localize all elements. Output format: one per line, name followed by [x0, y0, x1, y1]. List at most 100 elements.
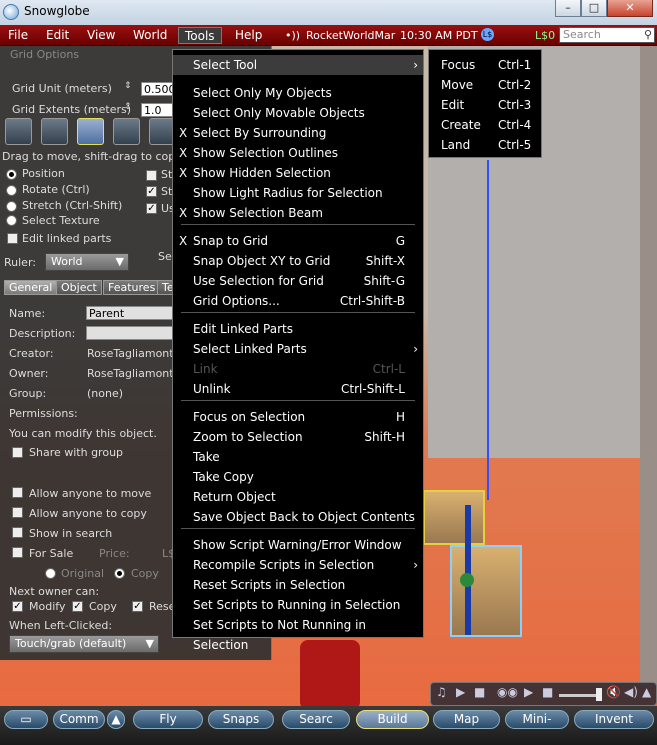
allow-copy-checkbox[interactable] [12, 507, 23, 518]
select-tool-item[interactable]: Move Ctrl-2 [429, 75, 541, 95]
minimize-button[interactable]: – [555, 0, 581, 17]
tools-menu-item[interactable]: Edit Linked Parts [173, 319, 423, 339]
show-search-checkbox[interactable] [12, 527, 23, 538]
tools-menu-item[interactable]: Return Object [173, 487, 423, 507]
next-modify-checkbox[interactable]: ✓ [12, 601, 23, 612]
media-play-icon[interactable]: ▶ [524, 685, 533, 699]
maximize-button[interactable]: □ [581, 0, 607, 17]
comm-button[interactable]: Comm [53, 710, 105, 729]
snapshot-button[interactable]: Snaps [208, 710, 274, 729]
tools-menu-item[interactable]: X Show Selection Outlines [173, 143, 423, 163]
tools-menu-item[interactable]: Set Scripts to Not Running in Selection [173, 615, 423, 652]
media-audio-icon[interactable]: •)) [285, 29, 300, 42]
tools-menu-item[interactable]: Zoom to Selection Shift-H [173, 427, 423, 447]
tools-menu-item[interactable]: Show Light Radius for Selection [173, 183, 423, 203]
edit-tool-icon[interactable] [77, 118, 104, 145]
tools-menu-item[interactable]: X Snap to Grid G [173, 231, 423, 251]
volume-slider-handle[interactable] [596, 688, 602, 701]
tools-menu-item[interactable]: Show Script Warning/Error Window [173, 535, 423, 555]
stop-icon[interactable]: ■ [474, 685, 485, 699]
stretch-radio[interactable] [6, 201, 17, 212]
region-name[interactable]: RocketWorldMar [306, 29, 395, 42]
select-tool-item[interactable]: Land Ctrl-5 [429, 135, 541, 155]
inventory-button[interactable]: Invent [574, 710, 654, 729]
map-button[interactable]: Map [433, 710, 500, 729]
create-tool-icon[interactable] [113, 118, 140, 145]
select-tool-item[interactable]: Focus Ctrl-1 [429, 55, 541, 75]
menu-tools[interactable]: Tools [178, 27, 222, 44]
description-field[interactable] [86, 326, 186, 340]
tools-menu-item[interactable]: X Show Selection Beam [173, 203, 423, 223]
tools-menu-item[interactable]: Set Scripts to Running in Selection [173, 595, 423, 615]
search-button[interactable]: Searc [282, 710, 350, 729]
tools-menu-item[interactable]: X Select By Surrounding [173, 123, 423, 143]
menu-edit[interactable]: Edit [40, 27, 75, 44]
share-group-checkbox[interactable] [12, 447, 23, 458]
tools-menu-item[interactable]: Select Tool › [173, 55, 423, 75]
tools-menu-item[interactable]: Use Selection for Grid Shift-G [173, 271, 423, 291]
mini-map-button[interactable]: Mini- [505, 710, 569, 729]
select-tool-item[interactable]: Edit Ctrl-3 [429, 95, 541, 115]
menu-file[interactable]: File [2, 27, 34, 44]
tools-menu-item[interactable]: Grid Options... Ctrl-Shift-B [173, 291, 423, 311]
media-icon[interactable]: ◉◉ [497, 685, 518, 699]
search-input[interactable]: Search ⚲ [559, 27, 655, 43]
next-copy-checkbox[interactable]: ✓ [72, 601, 83, 612]
menu-world[interactable]: World [127, 27, 173, 44]
use-grid-checkbox[interactable]: ✓ [146, 203, 157, 214]
grid-unit-spinner-icon[interactable]: ⇕ [124, 81, 132, 91]
stretch-both-checkbox[interactable] [146, 170, 157, 181]
sale-original-radio[interactable] [45, 568, 56, 579]
speaker-icon[interactable]: ◀) [624, 685, 638, 699]
music-icon[interactable]: ♫ [436, 685, 447, 699]
ruler-dropdown[interactable]: World ▼ [45, 253, 129, 271]
edit-linked-checkbox[interactable] [7, 233, 18, 244]
mute-icon[interactable]: 🔇 [606, 685, 621, 699]
owner-value[interactable]: RoseTagliamonte [87, 367, 180, 380]
balance[interactable]: L$0 [535, 29, 555, 42]
parcel-info-icon[interactable]: L$ [481, 28, 494, 41]
tools-menu-item[interactable]: Select Only My Objects [173, 83, 423, 103]
tools-menu-item[interactable]: X Show Hidden Selection [173, 163, 423, 183]
tools-menu-item[interactable]: Recompile Scripts in Selection › [173, 555, 423, 575]
stretch-textures-checkbox[interactable]: ✓ [146, 186, 157, 197]
chat-bar-button[interactable]: ▭ [4, 710, 48, 729]
tab-object[interactable]: Object [56, 280, 102, 295]
tools-menu-item[interactable]: Snap Object XY to Grid Shift-X [173, 251, 423, 271]
tools-menu-item[interactable]: Select Only Movable Objects [173, 103, 423, 123]
creator-value[interactable]: RoseTagliamonte [87, 347, 180, 360]
fly-button[interactable]: Fly [133, 710, 203, 729]
prim-object-parent[interactable] [423, 490, 485, 545]
next-resell-checkbox[interactable]: ✓ [132, 601, 143, 612]
tab-general[interactable]: General [4, 280, 58, 295]
allow-move-checkbox[interactable] [12, 487, 23, 498]
volume-up-icon[interactable]: ▲ [642, 685, 651, 699]
tools-menu-item[interactable]: Take Copy [173, 467, 423, 487]
z-axis-arrow[interactable] [465, 505, 471, 635]
grid-extents-spinner-icon[interactable]: ⇕ [124, 102, 132, 112]
tools-menu-item[interactable]: Take [173, 447, 423, 467]
tools-menu-item[interactable]: Select Linked Parts › [173, 339, 423, 359]
search-icon[interactable]: ⚲ [644, 28, 652, 42]
left-click-dropdown[interactable]: Touch/grab (default) ▼ [9, 635, 159, 653]
build-button[interactable]: Build [356, 710, 429, 729]
select-tool-item[interactable]: Create Ctrl-4 [429, 115, 541, 135]
close-button[interactable]: ✕ [607, 0, 653, 17]
play-icon[interactable]: ▶ [456, 685, 465, 699]
y-axis-handle[interactable] [460, 573, 474, 587]
select-texture-radio[interactable] [6, 215, 17, 226]
position-radio[interactable] [6, 169, 17, 180]
menu-help[interactable]: Help [229, 27, 268, 44]
sale-copy-radio[interactable] [114, 568, 125, 579]
for-sale-checkbox[interactable] [12, 547, 23, 558]
focus-tool-icon[interactable] [5, 118, 32, 145]
rotate-radio[interactable] [6, 185, 17, 196]
tools-menu-item[interactable]: Unlink Ctrl-Shift-L [173, 379, 423, 399]
menu-view[interactable]: View [81, 27, 121, 44]
tools-menu-item[interactable]: Focus on Selection H [173, 407, 423, 427]
tab-features[interactable]: Features [103, 280, 161, 295]
media-stop-icon[interactable]: ■ [542, 685, 553, 699]
tools-menu-item[interactable]: Reset Scripts in Selection [173, 575, 423, 595]
prim-object-child[interactable] [450, 545, 522, 637]
name-field[interactable]: Parent [86, 306, 186, 320]
